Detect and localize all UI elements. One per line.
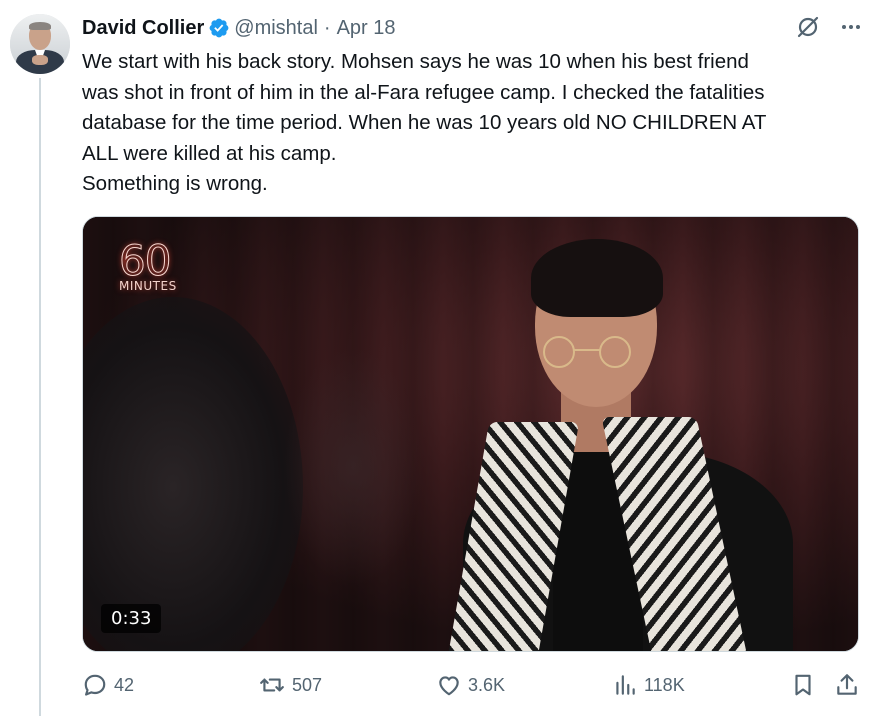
post-date[interactable]: Apr 18 [337,17,396,40]
separator-dot: · [323,16,331,39]
60-minutes-logo: 60 MINUTES [119,236,177,293]
tweet-header: David Collier @mishtal · Apr 18 [82,14,396,42]
bookmark-icon [795,674,811,696]
views-count: 118K [644,674,685,695]
tweet-text-line: database for the time period. When he wa… [82,111,767,134]
reply-button[interactable]: 42 [82,672,134,698]
share-button[interactable] [834,672,860,698]
reply-icon [84,674,106,696]
handle[interactable]: @mishtal [234,17,318,40]
views-button[interactable]: 118K [612,672,685,698]
verified-badge-icon[interactable] [208,17,230,39]
avatar[interactable] [10,14,70,74]
bookmark-button[interactable] [790,672,816,698]
display-name[interactable]: David Collier [82,17,204,40]
glasses [543,336,631,368]
video-duration: 0:33 [101,604,162,633]
grok-icon[interactable] [795,14,821,40]
video-player[interactable]: 60 MINUTES 0:33 [82,216,859,652]
top-actions [795,14,863,40]
views-icon [616,675,635,695]
like-button[interactable]: 3.6K [436,672,505,698]
reply-count: 42 [114,674,135,695]
tweet-text-line: was shot in front of him in the al-Fara … [82,80,765,104]
more-options-icon[interactable] [839,15,863,39]
like-icon [439,676,459,696]
retweet-count: 507 [292,674,323,695]
tweet-text: We start with his back story. Mohsen say… [82,47,872,200]
tweet-text-line: ALL were killed at his camp. [82,141,337,165]
thread-line [39,78,41,716]
retweet-button[interactable]: 507 [258,672,322,698]
like-count: 3.6K [468,674,506,695]
tweet-actions: 42 507 3.6K 118K [82,672,862,704]
retweet-icon [260,678,284,692]
share-icon [837,674,857,695]
tweet-text-line: We start with his back story. Mohsen say… [82,50,749,73]
tweet-text-line: Something is wrong. [82,172,268,195]
